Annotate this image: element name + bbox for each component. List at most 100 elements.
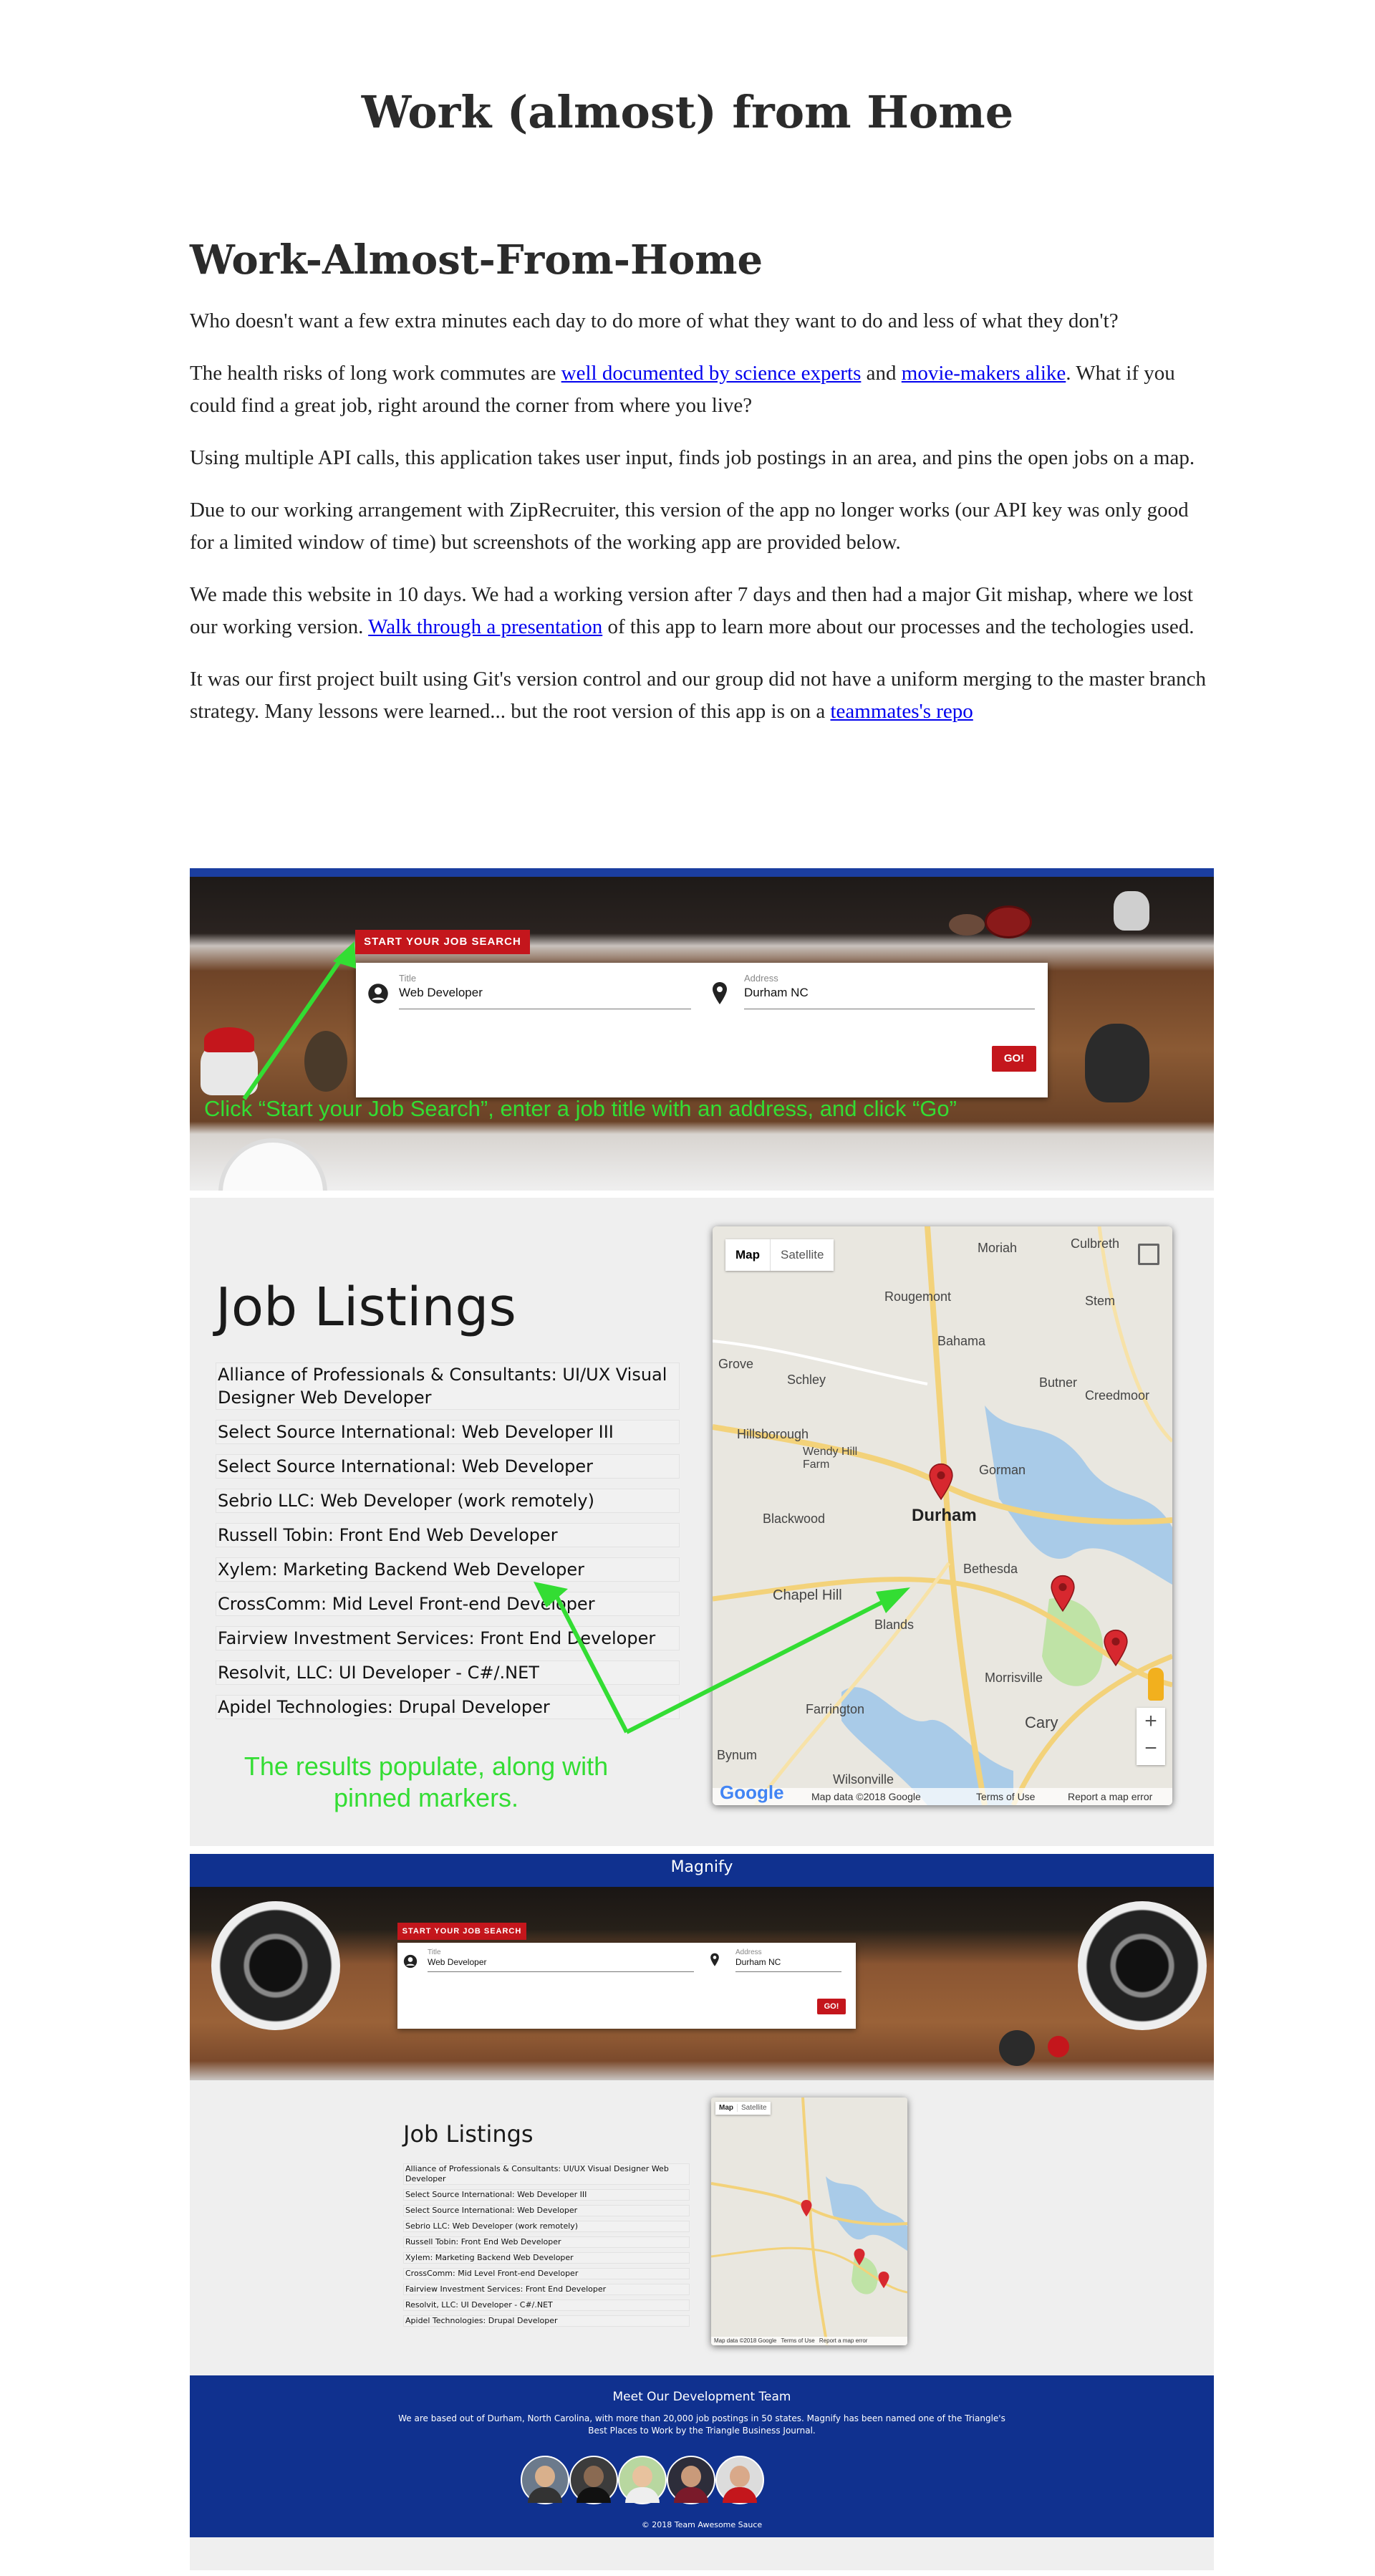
arrow-icon [242,941,356,1100]
map-marker-icon[interactable] [1049,1575,1076,1613]
map-marker-icon[interactable] [877,2271,890,2289]
zoom-out-icon[interactable]: − [1137,1735,1165,1762]
navbar: Magnify [190,1854,1214,1887]
team-description: We are based out of Durham, North Caroli… [398,2413,1005,2436]
figurine-icon [1114,891,1149,931]
zoom-in-icon[interactable]: + [1137,1708,1165,1735]
satellite-tab[interactable]: Satellite [737,2104,771,2112]
map-marker-icon[interactable] [927,1463,955,1501]
fullscreen-icon[interactable] [1138,1244,1159,1265]
job-listing-item[interactable]: Fairview Investment Services: Front End … [403,2284,690,2295]
job-listings-list: Alliance of Professionals & Consultants:… [403,2163,690,2331]
paragraph-api: Using multiple API calls, this applicati… [190,446,1195,469]
title-input[interactable]: Web Developer [428,1957,487,1967]
address-caption: Address [744,973,778,984]
job-listing-item[interactable]: Select Source International: Web Develop… [216,1454,680,1479]
place-label: Schley [787,1373,826,1387]
ball-icon [1048,2036,1069,2057]
place-label: Durham [912,1506,977,1525]
movie-makers-link[interactable]: movie-makers alike [902,362,1066,385]
map-data-text: Map data ©2018 Google [714,2337,777,2344]
map-marker-icon[interactable] [853,2248,866,2267]
zoom-controls: + − [1137,1708,1165,1765]
job-listing-item[interactable]: Russell Tobin: Front End Web Developer [403,2236,690,2248]
toy-icon [999,2030,1035,2066]
place-label: Blackwood [763,1512,826,1526]
place-label: Gorman [979,1463,1026,1477]
job-listing-item[interactable]: CrossComm: Mid Level Front-end Developer [403,2268,690,2279]
satellite-tab[interactable]: Satellite [770,1239,834,1271]
map-data-text: Map data ©2018 Google [811,1791,921,1802]
place-label: Cary [1025,1714,1058,1731]
job-listing-item[interactable]: Xylem: Marketing Backend Web Developer [403,2252,690,2264]
address-caption: Address [735,1948,762,1956]
address-input[interactable]: Durham NC [735,1957,781,1967]
title-input[interactable]: Web Developer [399,986,483,1000]
job-listing-item[interactable]: Alliance of Professionals & Consultants:… [216,1363,680,1410]
place-label: Morrisville [985,1671,1043,1685]
address-input[interactable]: Durham NC [744,986,809,1000]
title-caption: Title [399,973,417,984]
place-label: Rougemont [884,1289,952,1304]
terms-link[interactable]: Terms of Use [976,1788,1035,1805]
street-view-icon[interactable] [1148,1668,1164,1701]
go-button[interactable]: GO! [817,1999,846,2014]
paragraph-health: The health risks of long work commutes a… [190,362,1175,417]
team-avatar[interactable] [667,2456,715,2504]
title-underline [428,1971,694,1972]
annotation-step1: Click “Start your Job Search”, enter a j… [204,1096,957,1121]
brand-logo[interactable]: Magnify [671,1858,733,1876]
site-footer: Meet Our Development Team We are based o… [190,2375,1214,2537]
coffee-cup-icon [218,1138,327,1191]
job-listing-item[interactable]: Xylem: Marketing Backend Web Developer [216,1557,680,1582]
presentation-link[interactable]: Walk through a presentation [368,615,602,638]
place-label: Wendy Hill Farm [803,1446,858,1471]
team-avatar[interactable] [569,2456,618,2504]
science-experts-link[interactable]: well documented by science experts [561,362,862,385]
job-listings-title: Job Listings [403,2120,534,2148]
team-avatar[interactable] [521,2456,569,2504]
job-listing-item[interactable]: Sebrio LLC: Web Developer (work remotely… [216,1489,680,1513]
robot-toy-icon [1085,1024,1149,1102]
job-listing-item[interactable]: Alliance of Professionals & Consultants:… [403,2163,690,2185]
map-footer: Map data ©2018 Google Terms of Use Repor… [711,2337,907,2345]
map-marker-icon[interactable] [800,2199,813,2218]
map-type-toggle: Map Satellite [725,1239,834,1271]
job-listing-item[interactable]: Select Source International: Web Develop… [403,2189,690,2201]
place-label: Grove [718,1357,754,1371]
job-listing-item[interactable]: Select Source International: Web Develop… [216,1420,680,1444]
team-avatar[interactable] [715,2456,764,2504]
screenshot-topbar [190,868,1214,877]
map-type-toggle: Map Satellite [715,2102,771,2115]
place-label: Culbreth [1071,1236,1120,1251]
start-job-search-button[interactable]: START YOUR JOB SEARCH [355,930,530,954]
job-listings-title: Job Listings [216,1277,516,1338]
job-listing-item[interactable]: Sebrio LLC: Web Developer (work remotely… [403,2221,690,2232]
screenshot-results: Job Listings Alliance of Professionals &… [190,1198,1214,1846]
go-button[interactable]: GO! [992,1046,1036,1072]
job-listing-item[interactable]: Russell Tobin: Front End Web Developer [216,1523,680,1547]
paragraph-ziprecruiter: Due to our working arrangement with ZipR… [190,499,1189,554]
section-heading: Work-Almost-From-Home [190,236,763,284]
map-tab[interactable]: Map [715,2104,737,2112]
report-map-error-link[interactable]: Report a map error [1068,1788,1152,1805]
teammate-repo-link[interactable]: teammates's repo [831,700,973,723]
map-tab[interactable]: Map [725,1239,770,1271]
map-marker-icon[interactable] [1102,1629,1129,1668]
job-listing-item[interactable]: Apidel Technologies: Drupal Developer [403,2315,690,2327]
job-listing-item[interactable]: Select Source International: Web Develop… [403,2205,690,2216]
report-map-error-link[interactable]: Report a map error [819,2337,868,2344]
map-roads [711,2097,907,2345]
speaker-right-icon [1078,1901,1207,2030]
team-heading: Meet Our Development Team [612,2390,791,2404]
paragraph-intro: Who doesn't want a few extra minutes eac… [190,309,1119,332]
terms-link[interactable]: Terms of Use [781,2337,815,2344]
map-footer: Google Map data ©2018 Google Terms of Us… [713,1783,1172,1805]
paragraph-git: It was our first project built using Git… [190,668,1206,723]
team-avatar[interactable] [618,2456,667,2504]
search-form: Title Web Developer Address Durham NC GO… [397,1943,856,2029]
start-job-search-button[interactable]: START YOUR JOB SEARCH [397,1923,526,1940]
results-map[interactable]: Map Satellite Map data ©2018 Google Terms… [711,2097,907,2345]
job-listing-item[interactable]: Resolvit, LLC: UI Developer - C#/.NET [403,2299,690,2311]
location-pin-icon [710,1953,719,1966]
